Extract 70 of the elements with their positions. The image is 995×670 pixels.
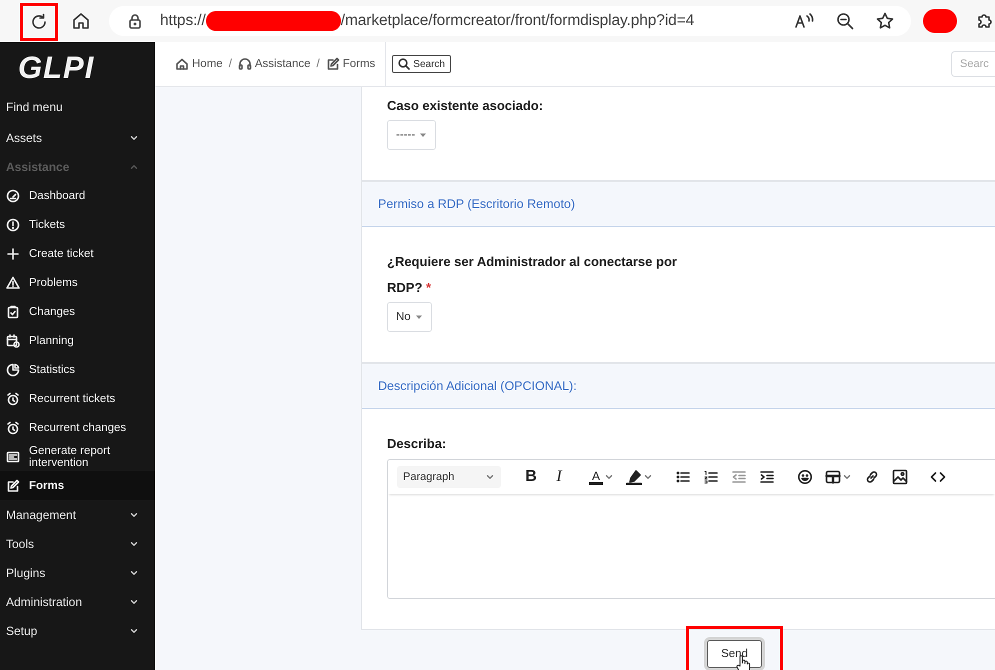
caret-icon: [419, 132, 428, 138]
code-icon: [930, 469, 946, 485]
numbered-list-icon: [703, 469, 720, 485]
query-field[interactable]: Searc: [951, 51, 995, 77]
indent-icon: [759, 469, 776, 485]
find-menu-link[interactable]: Find menu: [0, 94, 155, 123]
sidebar-item[interactable]: Dashboard: [0, 181, 155, 210]
toolbar-button[interactable]: [930, 469, 946, 485]
sidebar-section[interactable]: Assets: [0, 123, 155, 152]
sidebar-item[interactable]: Generate report intervention: [0, 442, 155, 471]
sidebar-item[interactable]: Forms: [0, 471, 155, 500]
highlighter-icon: [626, 469, 642, 485]
toolbar-button[interactable]: [626, 469, 654, 485]
question-label: ¿Requiere ser Administrador al conectarse por RDP? *: [387, 253, 678, 297]
home-icon[interactable]: [71, 11, 91, 31]
url-text: https://: [160, 12, 206, 30]
toolbar-button[interactable]: [703, 469, 720, 485]
rich-text-editor[interactable]: Paragraph B I A: [387, 459, 995, 599]
breadcrumb-separator: /: [316, 58, 320, 70]
sidebar-item[interactable]: Problems: [0, 268, 155, 297]
format-button[interactable]: B: [523, 468, 539, 486]
lock-icon: [127, 13, 143, 29]
text-color-button[interactable]: A: [589, 470, 614, 484]
toolbar-button[interactable]: [759, 469, 776, 485]
sidebar-section[interactable]: Setup: [0, 616, 155, 645]
caret-icon: [414, 314, 423, 320]
sidebar-item[interactable]: Planning: [0, 326, 155, 355]
reload-icon[interactable]: [29, 12, 49, 32]
outdent-icon: [731, 469, 748, 485]
read-aloud-icon[interactable]: [793, 11, 815, 31]
format-button[interactable]: I: [551, 468, 567, 486]
image-icon: [892, 469, 908, 485]
section-header: Descripción Adicional (OPCIONAL):: [362, 362, 995, 409]
breadcrumb-separator: /: [228, 58, 232, 70]
sidebar-section[interactable]: Tools: [0, 529, 155, 558]
dropdown[interactable]: No: [387, 302, 432, 332]
sidebar-item[interactable]: Recurrent changes: [0, 413, 155, 442]
logo[interactable]: GLPI: [18, 50, 94, 86]
question-label: Describa:: [387, 435, 448, 453]
zoom-out-icon[interactable]: [835, 11, 855, 31]
link-icon: [864, 469, 880, 485]
url-text: /marketplace/formcreator/front/formdisplay.php?id=4: [340, 12, 694, 30]
sidebar-item[interactable]: Tickets: [0, 210, 155, 239]
sidebar-item[interactable]: Changes: [0, 297, 155, 326]
search-icon: [398, 58, 410, 70]
send-button[interactable]: Send: [707, 640, 762, 668]
breadcrumb-link[interactable]: Assistance: [238, 57, 310, 71]
sidebar-item[interactable]: Recurrent tickets: [0, 384, 155, 413]
toolbar-button[interactable]: [825, 469, 852, 485]
format-dropdown[interactable]: Paragraph: [397, 466, 501, 488]
sidebar-section[interactable]: Plugins: [0, 558, 155, 587]
table-icon: [825, 469, 842, 485]
emoji-icon: [797, 469, 814, 485]
question-label: Caso existente asociado:: [387, 97, 544, 115]
section-header: Permiso a RDP (Escritorio Remoto): [362, 180, 995, 227]
address-bar[interactable]: https:// /marketplace/formcreator/front/formdisplay.php?id=4: [109, 6, 911, 36]
breadcrumb-link[interactable]: Home: [175, 57, 223, 71]
toolbar-button[interactable]: [675, 469, 692, 485]
dropdown[interactable]: -----: [387, 120, 436, 150]
toolbar-button[interactable]: [864, 469, 880, 485]
star-icon[interactable]: [875, 11, 895, 31]
toolbar-button[interactable]: [797, 469, 814, 485]
sidebar-item[interactable]: Create ticket: [0, 239, 155, 268]
toolbar-button[interactable]: [892, 469, 908, 485]
sidebar-section[interactable]: Management: [0, 500, 155, 529]
sidebar-section[interactable]: Administration: [0, 587, 155, 616]
breadcrumb-link[interactable]: Forms: [326, 57, 376, 71]
sidebar-item[interactable]: Statistics: [0, 355, 155, 384]
bullet-list-icon: [675, 469, 692, 485]
search-button[interactable]: Search: [392, 55, 451, 73]
